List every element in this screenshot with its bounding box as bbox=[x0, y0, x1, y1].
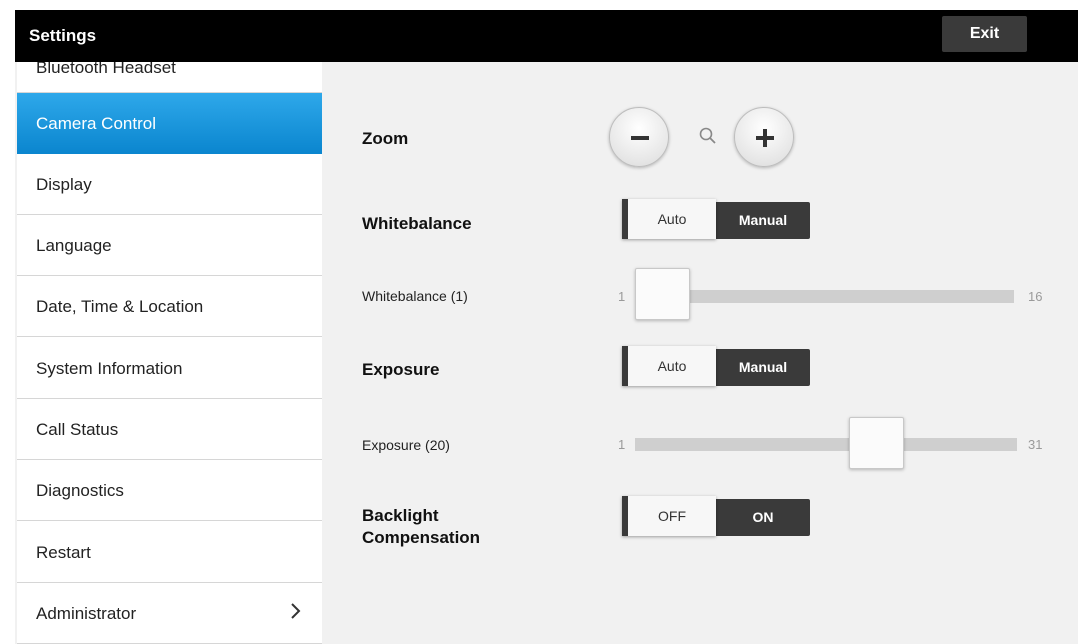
exposure-auto-option[interactable]: Auto bbox=[622, 346, 716, 386]
exposure-slider-label: Exposure (20) bbox=[362, 437, 450, 453]
sidebar-item-label: Language bbox=[36, 236, 112, 255]
sidebar-item-administrator[interactable]: Administrator bbox=[17, 583, 322, 644]
sidebar-item-restart[interactable]: Restart bbox=[17, 522, 322, 583]
zoom-label: Zoom bbox=[362, 129, 409, 148]
search-icon bbox=[699, 127, 716, 144]
sidebar-item-date-time-location[interactable]: Date, Time & Location bbox=[17, 276, 322, 337]
settings-window: Settings Exit Bluetooth Headset Camera C… bbox=[15, 10, 1078, 644]
whitebalance-max: 16 bbox=[1028, 289, 1043, 304]
sidebar-item-label: Camera Control bbox=[36, 114, 156, 133]
exposure-label: Exposure bbox=[362, 360, 440, 379]
exposure-max: 31 bbox=[1028, 437, 1043, 452]
sidebar: Bluetooth Headset Camera Control Display… bbox=[17, 62, 322, 644]
whitebalance-label: Whitebalance bbox=[362, 214, 472, 233]
sidebar-item-call-status[interactable]: Call Status bbox=[17, 399, 322, 460]
whitebalance-slider-thumb[interactable] bbox=[635, 268, 690, 320]
whitebalance-toggle[interactable]: Auto Manual bbox=[622, 199, 810, 239]
backlight-label-line2: Compensation bbox=[362, 528, 481, 547]
zoom-in-button[interactable] bbox=[734, 107, 794, 167]
sidebar-item-diagnostics[interactable]: Diagnostics bbox=[17, 460, 322, 521]
backlight-compensation-label: Backlight Compensation bbox=[362, 505, 480, 549]
exit-button[interactable]: Exit bbox=[942, 16, 1027, 52]
exposure-min: 1 bbox=[618, 437, 626, 452]
exposure-slider-thumb[interactable] bbox=[849, 417, 905, 469]
backlight-compensation-toggle[interactable]: OFF ON bbox=[622, 496, 810, 536]
backlight-on-option[interactable]: ON bbox=[716, 499, 810, 536]
sidebar-item-label: System Information bbox=[36, 359, 183, 378]
exposure-toggle[interactable]: Auto Manual bbox=[622, 346, 810, 386]
sidebar-item-display[interactable]: Display bbox=[17, 154, 322, 215]
camera-control-panel: Zoom Whitebalance Auto Manual Whitebalan… bbox=[322, 62, 1078, 644]
sidebar-item-label: Diagnostics bbox=[36, 481, 124, 500]
zoom-out-button[interactable] bbox=[609, 107, 669, 167]
sidebar-item-label: Administrator bbox=[36, 604, 137, 623]
sidebar-item-label: Date, Time & Location bbox=[36, 297, 204, 316]
whitebalance-manual-option[interactable]: Manual bbox=[716, 202, 810, 239]
page-title: Settings bbox=[29, 26, 97, 45]
whitebalance-slider-label: Whitebalance (1) bbox=[362, 288, 468, 304]
sidebar-item-label: Bluetooth Headset bbox=[36, 62, 176, 77]
sidebar-item-camera-control[interactable]: Camera Control bbox=[17, 93, 322, 154]
sidebar-item-bluetooth-headset[interactable]: Bluetooth Headset bbox=[17, 62, 322, 93]
backlight-off-option[interactable]: OFF bbox=[622, 496, 716, 536]
title-bar: Settings Exit bbox=[15, 10, 1078, 62]
exposure-manual-option[interactable]: Manual bbox=[716, 349, 810, 386]
sidebar-item-label: Call Status bbox=[36, 420, 119, 439]
sidebar-item-label: Display bbox=[36, 175, 92, 194]
sidebar-item-label: Restart bbox=[36, 543, 91, 562]
whitebalance-auto-option[interactable]: Auto bbox=[622, 199, 716, 239]
chevron-right-icon bbox=[291, 603, 301, 619]
whitebalance-slider-track[interactable] bbox=[635, 290, 1014, 303]
minus-icon bbox=[631, 136, 649, 140]
whitebalance-min: 1 bbox=[618, 289, 626, 304]
sidebar-item-language[interactable]: Language bbox=[17, 215, 322, 276]
sidebar-item-system-information[interactable]: System Information bbox=[17, 338, 322, 399]
plus-icon bbox=[756, 129, 774, 147]
backlight-label-line1: Backlight bbox=[362, 506, 439, 525]
exposure-slider-track[interactable] bbox=[635, 438, 1017, 451]
